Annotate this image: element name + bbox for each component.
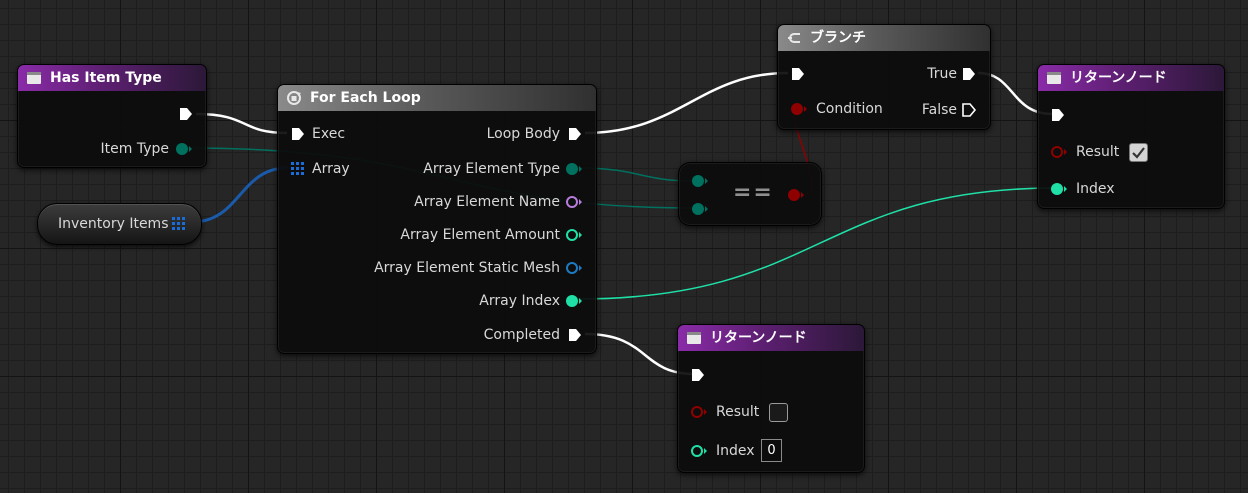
- exec-out-pin-icon[interactable]: [178, 106, 194, 122]
- index-label: Index: [716, 443, 755, 459]
- exec-wire-loop-to-branch: [584, 71, 789, 135]
- item-type-label: Item Type: [100, 141, 169, 157]
- result-label: Result: [716, 404, 760, 420]
- function-icon: [27, 72, 41, 84]
- array-element-name-pin-icon[interactable]: [565, 194, 583, 210]
- false-label: False: [921, 102, 957, 118]
- array-index-label: Array Index: [479, 293, 560, 309]
- branch-header[interactable]: ブランチ: [778, 25, 990, 51]
- has-item-type-header[interactable]: Has Item Type: [18, 65, 206, 91]
- array-element-static-mesh-pin-icon[interactable]: [565, 260, 583, 276]
- array-index-pin-icon[interactable]: [565, 293, 583, 309]
- equal-symbol: ==: [733, 180, 774, 205]
- result-checkbox[interactable]: [1129, 143, 1148, 162]
- branch-node[interactable]: ブランチ Condition True False: [777, 24, 991, 130]
- array-element-name-label: Array Element Name: [414, 194, 560, 210]
- branch-icon: [788, 33, 800, 43]
- exec-wire-function-to-loop: [195, 112, 288, 135]
- branch-exec-in-pin-icon[interactable]: [790, 66, 806, 82]
- return-bottom-exec-in-pin-icon[interactable]: [690, 367, 706, 383]
- return-top-exec-in-pin-icon[interactable]: [1050, 107, 1066, 123]
- for-each-loop-header[interactable]: For Each Loop: [278, 85, 596, 111]
- true-label: True: [927, 66, 957, 82]
- equal-output-pin-icon[interactable]: [787, 187, 805, 203]
- inventory-items-node[interactable]: Inventory Items: [37, 203, 202, 245]
- result-label: Result: [1076, 144, 1120, 160]
- exec-in-pin-icon[interactable]: [290, 126, 306, 142]
- equal-input-b-pin-icon[interactable]: [691, 201, 709, 217]
- array-label: Array: [312, 161, 350, 177]
- array-element-amount-pin-icon[interactable]: [565, 227, 583, 243]
- return-node-top[interactable]: リターンノード Result Index: [1037, 64, 1225, 209]
- check-icon: [1132, 147, 1145, 159]
- has-item-type-node[interactable]: Has Item Type Item Type: [17, 64, 207, 168]
- equal-node[interactable]: ==: [678, 162, 822, 226]
- item-type-pin-icon[interactable]: [175, 141, 193, 157]
- loop-body-pin-icon[interactable]: [567, 126, 583, 142]
- array-element-type-pin-icon[interactable]: [565, 161, 583, 177]
- exec-label: Exec: [312, 126, 346, 142]
- condition-label: Condition: [816, 101, 883, 117]
- true-pin-icon[interactable]: [961, 66, 977, 82]
- return-node-bottom-header[interactable]: リターンノード: [678, 325, 864, 351]
- condition-pin-icon[interactable]: [790, 101, 808, 117]
- index-value-input[interactable]: 0: [761, 439, 782, 462]
- array-element-type-label: Array Element Type: [423, 161, 560, 177]
- index-label: Index: [1076, 181, 1115, 197]
- return-node-bottom-title: リターンノード: [710, 330, 807, 346]
- inventory-items-label: Inventory Items: [58, 216, 169, 232]
- has-item-type-title: Has Item Type: [50, 70, 162, 86]
- for-each-loop-node[interactable]: For Each Loop Exec Array Loop Body Array…: [277, 84, 597, 354]
- index-pin-icon[interactable]: [690, 443, 708, 459]
- completed-label: Completed: [483, 327, 560, 343]
- loop-macro-icon: [287, 91, 301, 105]
- for-each-loop-title: For Each Loop: [310, 90, 421, 106]
- return-node-top-title: リターンノード: [1070, 70, 1167, 86]
- index-pin-icon[interactable]: [1050, 181, 1068, 197]
- array-wire: [191, 166, 288, 224]
- function-icon: [687, 332, 701, 344]
- result-checkbox[interactable]: [769, 403, 788, 422]
- function-icon: [1047, 72, 1061, 84]
- result-pin-icon[interactable]: [1050, 144, 1068, 160]
- array-grid-icon[interactable]: [171, 216, 187, 232]
- array-element-amount-label: Array Element Amount: [400, 227, 560, 243]
- return-node-top-header[interactable]: リターンノード: [1038, 65, 1224, 91]
- return-node-bottom[interactable]: リターンノード Result Index 0: [677, 324, 865, 473]
- false-pin-icon[interactable]: [961, 102, 977, 118]
- loop-body-label: Loop Body: [486, 126, 560, 142]
- array-in-pin-icon[interactable]: [290, 161, 306, 177]
- equal-input-a-pin-icon[interactable]: [691, 173, 709, 189]
- completed-pin-icon[interactable]: [567, 327, 583, 343]
- result-pin-icon[interactable]: [690, 404, 708, 420]
- branch-title: ブランチ: [810, 30, 866, 46]
- array-element-static-mesh-label: Array Element Static Mesh: [374, 260, 560, 276]
